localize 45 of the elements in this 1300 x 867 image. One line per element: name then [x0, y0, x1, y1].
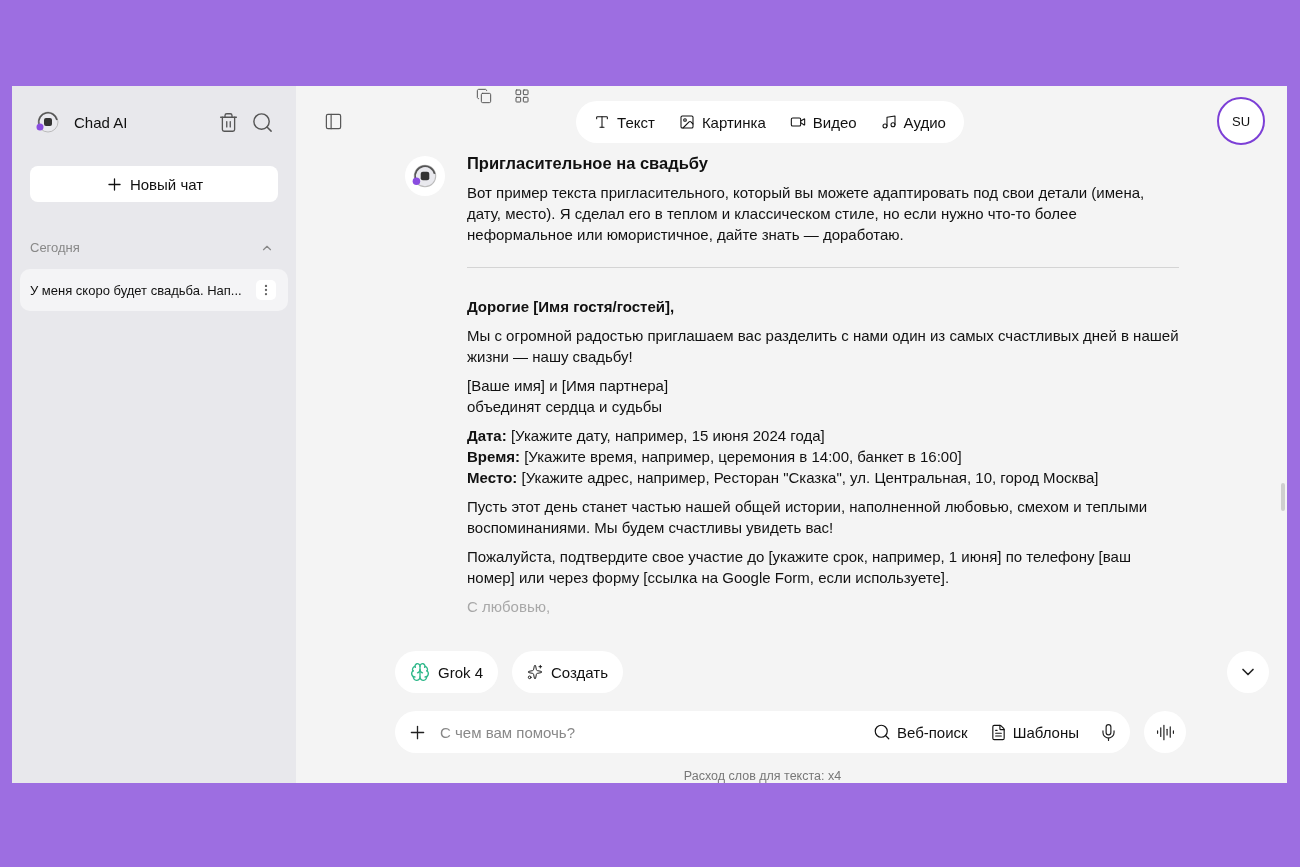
sound-wave-icon: [1155, 722, 1175, 742]
music-note-icon: [880, 114, 897, 130]
chat-item[interactable]: У меня скоро будет свадьба. Нап...: [20, 269, 288, 311]
text-icon: [594, 114, 611, 130]
model-button[interactable]: Grok 4: [395, 651, 498, 693]
message-input[interactable]: С чем вам помочь? Веб-поиск Шаблоны: [395, 711, 1130, 753]
message-text: Пожалуйста, подтвердите свое участие до [укажите срок, например, 1 июня] по телефону [ваш номер] или через форму [ссылка на Google Form, если используете].: [467, 547, 1132, 588]
mode-tab[interactable]: Картинка: [666, 113, 778, 131]
image-icon: [678, 114, 695, 130]
message-paragraph: Вот пример текста пригласительного, который вы можете адаптировать под свои детали (имена, дату, место). Я сделал его в теплом и классическом стиле, но если нужно что-то более неформальное или юмористичное, дайте знать — доработаю.: [467, 183, 1146, 245]
sidebar-toggle-icon[interactable]: [324, 111, 343, 131]
create-button[interactable]: Создать: [512, 651, 624, 693]
message-text: Дорогие [Имя гостя/гостей],: [467, 297, 676, 317]
message-text: Время: [Укажите время, например, церемония в 14:00, банкет в 16:00]: [467, 447, 963, 467]
grid-icon[interactable]: [514, 88, 530, 104]
video-camera-icon: [789, 114, 806, 130]
brand-name: Chad AI: [74, 113, 129, 131]
message-text: Дата: [Укажите дату, например, 15 июня 2024 года]: [467, 426, 826, 446]
message-text: [Ваше имя] и [Имя партнера]: [467, 376, 670, 396]
new-chat-button[interactable]: Новый чат: [30, 166, 278, 202]
message-text: Место: [Укажите адрес, например, Ресторан "Сказка", ул. Центральная, 10, город Москва]: [467, 468, 1100, 488]
microphone-icon[interactable]: [1099, 722, 1118, 742]
copy-icon[interactable]: [476, 88, 492, 104]
message-text: объединят сердца и судьбы: [467, 397, 664, 417]
user-avatar[interactable]: SU: [1217, 97, 1265, 145]
mode-tab[interactable]: Аудио: [868, 113, 958, 131]
search-icon: [873, 723, 891, 741]
sparkle-icon: [527, 664, 543, 680]
mode-tab[interactable]: Видео: [777, 113, 869, 131]
bot-logo-icon: [34, 108, 62, 136]
message-title: Пригласительное на свадьбу: [467, 156, 709, 174]
scrollbar-thumb[interactable]: [1281, 483, 1285, 511]
message-text: Пусть этот день станет частью нашей общей истории, наполненной любовью, смехом и теплыми воспоминаниями. Мы будем счастливы увидеть вас!: [467, 497, 1149, 538]
message-text: С любовью,: [467, 597, 552, 617]
usage-note: Расход слов для текста: x4: [682, 769, 843, 783]
mode-tab[interactable]: Текст: [582, 113, 667, 131]
brain-icon: [410, 662, 430, 682]
voice-button[interactable]: [1144, 711, 1186, 753]
composer-tool-button[interactable]: Веб-поиск: [867, 723, 974, 741]
message-text: Мы с огромной радостью приглашаем вас разделить с нами один из самых счастливых дней в нашей жизни — нашу свадьбу!: [467, 326, 1179, 367]
trash-icon[interactable]: [218, 111, 239, 133]
document-icon: [989, 723, 1007, 741]
search-icon[interactable]: [251, 110, 274, 134]
composer-tool-button[interactable]: Шаблоны: [983, 723, 1085, 741]
more-button[interactable]: [256, 280, 276, 300]
